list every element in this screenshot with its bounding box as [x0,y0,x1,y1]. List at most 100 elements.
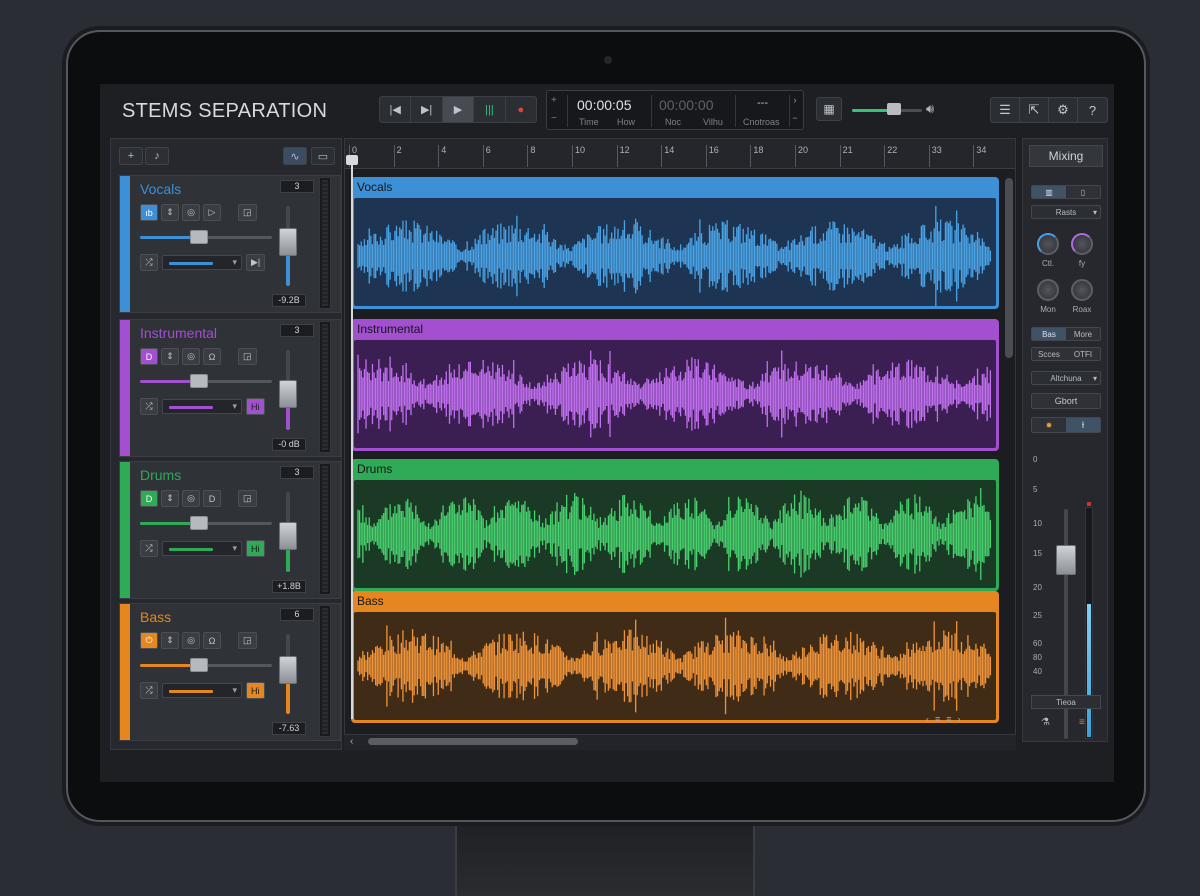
abort-button[interactable]: Gbort [1031,393,1101,409]
track-edit-button[interactable]: ◲ [238,490,257,507]
master-fader-knob[interactable] [1056,545,1076,575]
shuffle-icon[interactable]: ⤮ [140,682,158,699]
zoom-out-button[interactable]: ≡ [935,714,940,728]
input-dropdown[interactable]: ▾ [162,541,242,556]
scces-button[interactable]: Scces [1032,348,1066,360]
bas-button[interactable]: Bas [1032,328,1066,340]
track-header-bass[interactable]: Bass 6 ⏻ ⇕ ◎ Ω ◲ ⤮ ▾ Hi -7.63 [119,603,341,741]
clip-instrumental[interactable]: Instrumental [351,319,999,451]
channel-view-button[interactable]: ▥ [1032,186,1066,198]
clip-bass[interactable]: Bass [351,591,999,723]
pan-knob[interactable] [190,658,209,672]
track-arm-button[interactable]: D [140,348,158,365]
menu-icon[interactable]: ≡ [1079,717,1085,728]
track-monitor-button[interactable]: ◎ [182,632,200,649]
sun-icon[interactable]: ✹ [1032,418,1066,432]
track-volume-fader[interactable] [279,350,297,430]
track-output-button[interactable]: Hi [246,540,265,557]
fader-knob[interactable] [279,228,297,256]
roax-knob[interactable] [1071,279,1093,301]
mon-knob[interactable] [1037,279,1059,301]
input-dropdown[interactable]: ▾ [162,255,242,270]
track-output-button[interactable]: Hi [246,682,265,699]
single-view-button[interactable]: ▯ [1066,186,1100,198]
time-ruler[interactable]: 0 2 4 6 8 10 12 14 16 18 20 21 22 33 34 [345,139,1015,169]
help-button[interactable]: ? [1078,98,1107,122]
shuffle-icon[interactable]: ⤮ [140,540,158,557]
vertical-scrollbar[interactable] [1005,178,1013,358]
pan-slider[interactable] [140,658,272,672]
track-gain[interactable]: +1.8B [272,580,306,593]
track-name[interactable]: Bass [140,609,171,625]
shuffle-icon[interactable]: ⤮ [140,398,158,415]
pan-knob[interactable] [190,230,209,244]
clip-drums[interactable]: Drums [351,459,999,591]
track-volume-fader[interactable] [279,492,297,572]
pan-slider[interactable] [140,230,272,244]
pan-knob[interactable] [190,374,209,388]
track-name[interactable]: Vocals [140,181,181,197]
eq-icon[interactable]: ⫲ [1066,418,1100,432]
folder-button[interactable]: ▭ [311,147,335,165]
track-play-button[interactable]: ▷ [203,204,221,221]
grid-button[interactable]: ▦ [816,97,842,121]
track-header-vocals[interactable]: Vocals 3 ıb ⇕ ◎ ▷ ◲ ⤮ ▾ ▶| -9.2B [119,175,341,313]
track-header-instrumental[interactable]: Instrumental 3 D ⇕ ◎ Ω ◲ ⤮ ▾ Hi -0 dB [119,319,341,457]
more-button[interactable]: More [1066,328,1100,340]
fy-knob[interactable] [1071,233,1093,255]
fader-knob[interactable] [279,522,297,550]
attach-dropdown[interactable]: Altchuna ▾ [1031,371,1101,385]
input-dropdown[interactable]: ▾ [162,399,242,414]
fader-knob[interactable] [279,656,297,684]
pan-slider[interactable] [140,374,272,388]
step-forward-button[interactable]: ▶| [411,97,443,122]
settings-button[interactable]: ⚙ [1049,98,1078,122]
track-arm-button[interactable]: D [140,490,158,507]
track-name[interactable]: Drums [140,467,181,483]
fader-knob[interactable] [279,380,297,408]
track-stepper-button[interactable]: ⇕ [161,204,179,221]
play-button[interactable]: ▶ [442,97,475,122]
track-play-button[interactable]: D [203,490,221,507]
export-button[interactable]: ⇱ [1020,98,1049,122]
scroll-thumb[interactable] [368,738,578,745]
track-output-button[interactable]: Hi [246,398,265,415]
ctl-knob[interactable] [1037,233,1059,255]
zoom-in-button[interactable]: ≡ [946,714,951,728]
track-gain[interactable]: -0 dB [272,438,306,451]
speaker-icon[interactable]: 🔊︎ [926,101,934,117]
zoom-left-button[interactable]: ‹ [926,714,929,728]
time-up-button[interactable]: › [789,95,801,105]
track-name[interactable]: Instrumental [140,325,217,341]
track-number[interactable]: 3 [280,466,314,479]
otfi-button[interactable]: OTFI [1066,348,1100,360]
zoom-right-button[interactable]: › [958,714,961,728]
pan-slider[interactable] [140,516,272,530]
loop-button[interactable]: ||| [474,97,506,122]
track-arm-button[interactable]: ıb [140,204,158,221]
shuffle-icon[interactable]: ⤮ [140,254,158,271]
track-volume-fader[interactable] [279,206,297,286]
mixing-title[interactable]: Mixing [1029,145,1103,167]
scroll-left-button[interactable]: ‹ [350,736,353,747]
skip-back-button[interactable]: |◀ [380,97,412,122]
input-dropdown[interactable]: ▾ [162,683,242,698]
playhead[interactable] [346,155,358,719]
mixer-button[interactable]: ☰ [991,98,1020,122]
track-output-button[interactable]: ▶| [246,254,266,271]
playhead-handle[interactable] [346,155,358,165]
track-monitor-button[interactable]: ◎ [182,204,200,221]
time-down-button[interactable]: − [789,113,801,123]
track-gain[interactable]: -9.2B [272,294,306,307]
preset-dropdown[interactable]: Rasts ▾ [1031,205,1101,219]
track-header-drums[interactable]: Drums 3 D ⇕ ◎ D ◲ ⤮ ▾ Hi +1.8B [119,461,341,599]
track-stepper-button[interactable]: ⇕ [161,632,179,649]
track-edit-button[interactable]: ◲ [238,348,257,365]
track-number[interactable]: 6 [280,608,314,621]
timeline[interactable]: 0 2 4 6 8 10 12 14 16 18 20 21 22 33 34 Vocals Instrum… [344,138,1016,750]
waveform-view-button[interactable]: ∿ [283,147,307,165]
track-play-button[interactable]: Ω [203,348,221,365]
time-minus-button[interactable]: − [551,113,557,124]
track-volume-fader[interactable] [279,634,297,714]
volume-knob[interactable] [887,103,901,115]
